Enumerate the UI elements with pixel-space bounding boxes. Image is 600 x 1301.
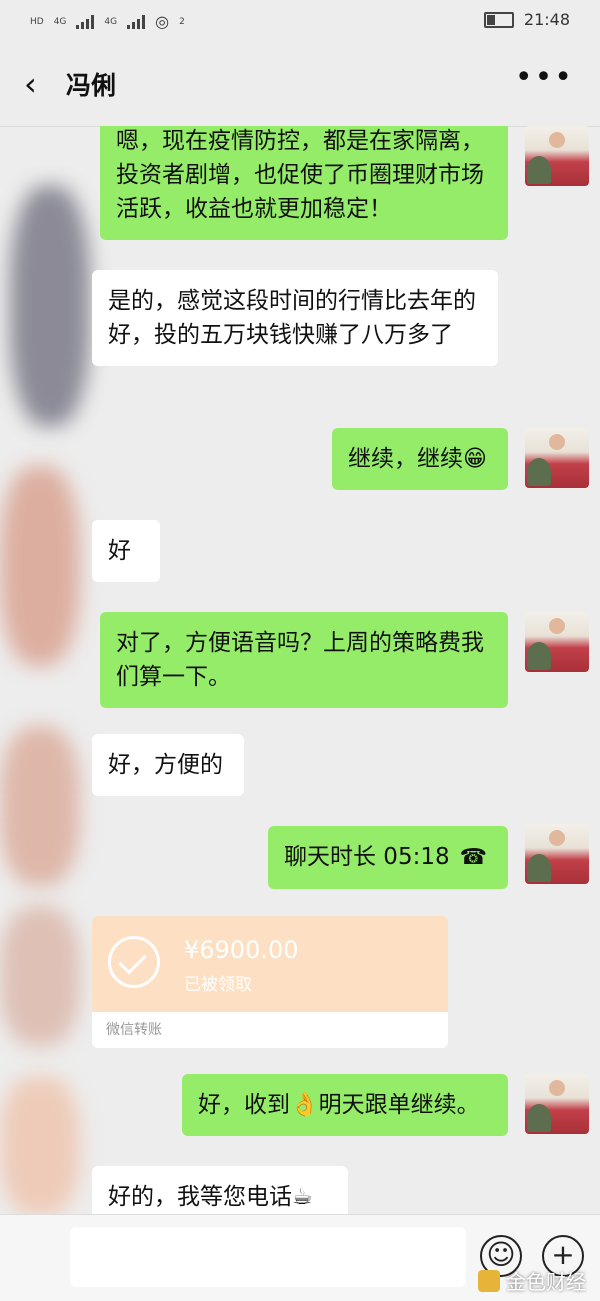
input-bar: ☺ + 金色财经 [0, 1214, 600, 1301]
blurred-avatar-region-3 [0, 726, 80, 886]
avatar[interactable] [525, 1074, 589, 1134]
message-bubble-sent[interactable]: 好，收到👌明天跟单继续。 [182, 1074, 508, 1136]
more-dots-icon[interactable]: ••• [515, 60, 574, 95]
chat-header: ‹ 冯俐 ••• [0, 44, 600, 127]
phone-hangup-icon: ☎ [459, 845, 487, 870]
transfer-amount: ¥6900.00 [184, 936, 299, 964]
watermark-text: 金色财经 [506, 1270, 586, 1294]
blurred-avatar-region-2 [0, 466, 80, 666]
signal-icon [76, 14, 95, 29]
transfer-status: 已被领取 [184, 975, 252, 995]
hotspot-count: 2 [179, 16, 185, 27]
message-input[interactable] [70, 1227, 466, 1287]
signal-icon-2 [127, 14, 146, 29]
chevron-left-icon[interactable]: ‹ [24, 68, 46, 100]
message-bubble-sent[interactable]: 对了，方便语音吗？上周的策略费我们算一下。 [100, 612, 508, 708]
transfer-footer: 微信转账 [92, 1012, 448, 1048]
avatar[interactable] [525, 428, 589, 488]
blurred-avatar-region-4 [0, 906, 80, 1046]
battery-icon [483, 11, 514, 28]
status-bar: HD 4G 4G ◎ 2 21:48 [0, 0, 600, 44]
network-label-1: 4G [53, 16, 67, 27]
call-duration-text: 聊天时长 05:18 [284, 844, 450, 870]
message-bubble-received[interactable]: 是的，感觉这段时间的行情比去年的好，投的五万块钱快赚了八万多了 [92, 270, 498, 366]
hotspot-icon: ◎ [155, 12, 170, 31]
watermark-logo-icon [478, 1269, 500, 1292]
hd-label: HD [30, 16, 44, 27]
blurred-avatar-region-5 [0, 1076, 80, 1214]
network-label-2: 4G [104, 16, 118, 27]
call-record-bubble[interactable]: 聊天时长 05:18 ☎ [268, 826, 508, 889]
chat-area[interactable]: 嗯，现在疫情防控，都是在家隔离，投资者剧增，也促使了币圈理财市场活跃，收益也就更… [0, 126, 600, 1214]
message-bubble-received[interactable]: 好，方便的 [92, 734, 244, 796]
message-bubble-sent[interactable]: 继续，继续😁 [332, 428, 508, 490]
watermark: 金色财经 [478, 1266, 586, 1295]
message-bubble-sent[interactable]: 嗯，现在疫情防控，都是在家隔离，投资者剧增，也促使了币圈理财市场活跃，收益也就更… [100, 126, 508, 240]
status-right: 21:48 [483, 10, 570, 29]
avatar[interactable] [525, 612, 589, 672]
contact-name: 冯俐 [66, 71, 117, 100]
message-bubble-received[interactable]: 好的，我等您电话☕ [92, 1166, 348, 1214]
clock: 21:48 [523, 10, 570, 29]
avatar[interactable] [525, 824, 589, 884]
status-left: HD 4G 4G ◎ 2 [30, 12, 185, 31]
transfer-card[interactable]: ¥6900.00 已被领取 微信转账 [92, 916, 448, 1048]
avatar[interactable] [525, 126, 589, 186]
check-circle-icon [108, 936, 160, 988]
blurred-avatar-region [10, 186, 90, 426]
message-bubble-received[interactable]: 好 [92, 520, 160, 582]
